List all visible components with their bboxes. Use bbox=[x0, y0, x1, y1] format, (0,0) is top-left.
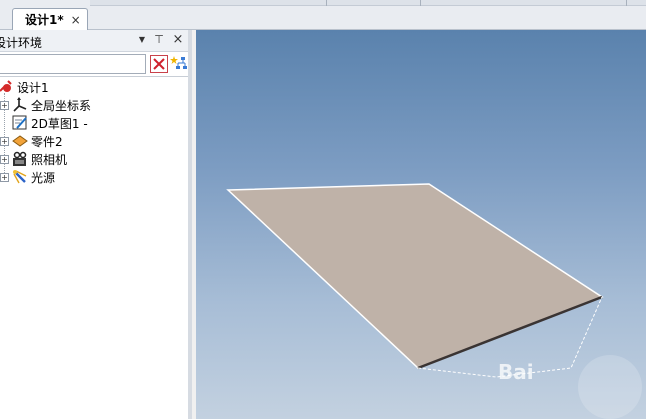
tree-node-part2[interactable]: + 零件2 bbox=[0, 132, 63, 150]
part-icon bbox=[12, 133, 28, 149]
document-tab-bar: 设计1* × bbox=[0, 0, 646, 30]
tree-node-label: 2D草图1 - bbox=[31, 116, 88, 131]
panel-close-icon[interactable]: × bbox=[172, 32, 184, 47]
coordinate-axes-icon bbox=[12, 97, 28, 113]
tree-node-design1[interactable]: 设计1 bbox=[0, 78, 49, 96]
3d-viewport[interactable]: Bai bbox=[196, 30, 646, 419]
panel-dropdown-icon[interactable]: ▼ bbox=[136, 35, 148, 44]
tree-node-label: 设计1 bbox=[17, 80, 49, 95]
tree-node-label: 光源 bbox=[31, 170, 56, 185]
plane-surface bbox=[226, 183, 604, 369]
watermark-logo: Bai bbox=[498, 360, 534, 384]
tree-node-label: 照相机 bbox=[31, 152, 68, 167]
sketch-icon bbox=[12, 115, 28, 131]
expand-icon[interactable]: + bbox=[0, 100, 9, 110]
expand-icon[interactable]: + bbox=[0, 154, 9, 164]
camera-icon bbox=[12, 151, 28, 167]
tree-node-light-source[interactable]: + 光源 bbox=[0, 168, 55, 186]
expand-icon[interactable]: + bbox=[0, 172, 9, 182]
tab-label: 设计1* bbox=[25, 13, 64, 27]
pin-icon[interactable]: ⊤ bbox=[153, 33, 165, 46]
panel-title: 设计环境 bbox=[0, 36, 43, 50]
search-input[interactable] bbox=[0, 54, 146, 74]
tree-node-label: 全局坐标系 bbox=[31, 98, 92, 113]
light-source-icon bbox=[12, 169, 28, 185]
clear-filter-icon[interactable] bbox=[150, 55, 168, 73]
expand-icon[interactable]: + bbox=[0, 136, 9, 146]
panel-header: 设计环境 ▼ ⊤ × bbox=[0, 30, 188, 52]
tab-design1[interactable]: 设计1* × bbox=[12, 8, 88, 30]
design-root-icon bbox=[0, 79, 14, 95]
tree-node-2d-sketch1[interactable]: 2D草图1 - bbox=[12, 114, 88, 132]
tree-node-global-coordinate-system[interactable]: + 全局坐标系 bbox=[0, 96, 91, 114]
toolbar-strip bbox=[90, 0, 646, 6]
tree-node-label: 零件2 bbox=[31, 134, 63, 149]
scene-canvas bbox=[226, 183, 604, 378]
watermark-circle bbox=[578, 355, 642, 419]
tab-close-icon[interactable]: × bbox=[71, 13, 81, 27]
panel-toolbar bbox=[0, 53, 188, 77]
tree-node-camera[interactable]: + 照相机 bbox=[0, 150, 67, 168]
design-environment-panel: 设计环境 ▼ ⊤ × 设计1 + 全局坐标系 2D草图1 - + 零件2 + 照… bbox=[0, 30, 192, 419]
tree-filter-icon[interactable] bbox=[170, 55, 188, 73]
